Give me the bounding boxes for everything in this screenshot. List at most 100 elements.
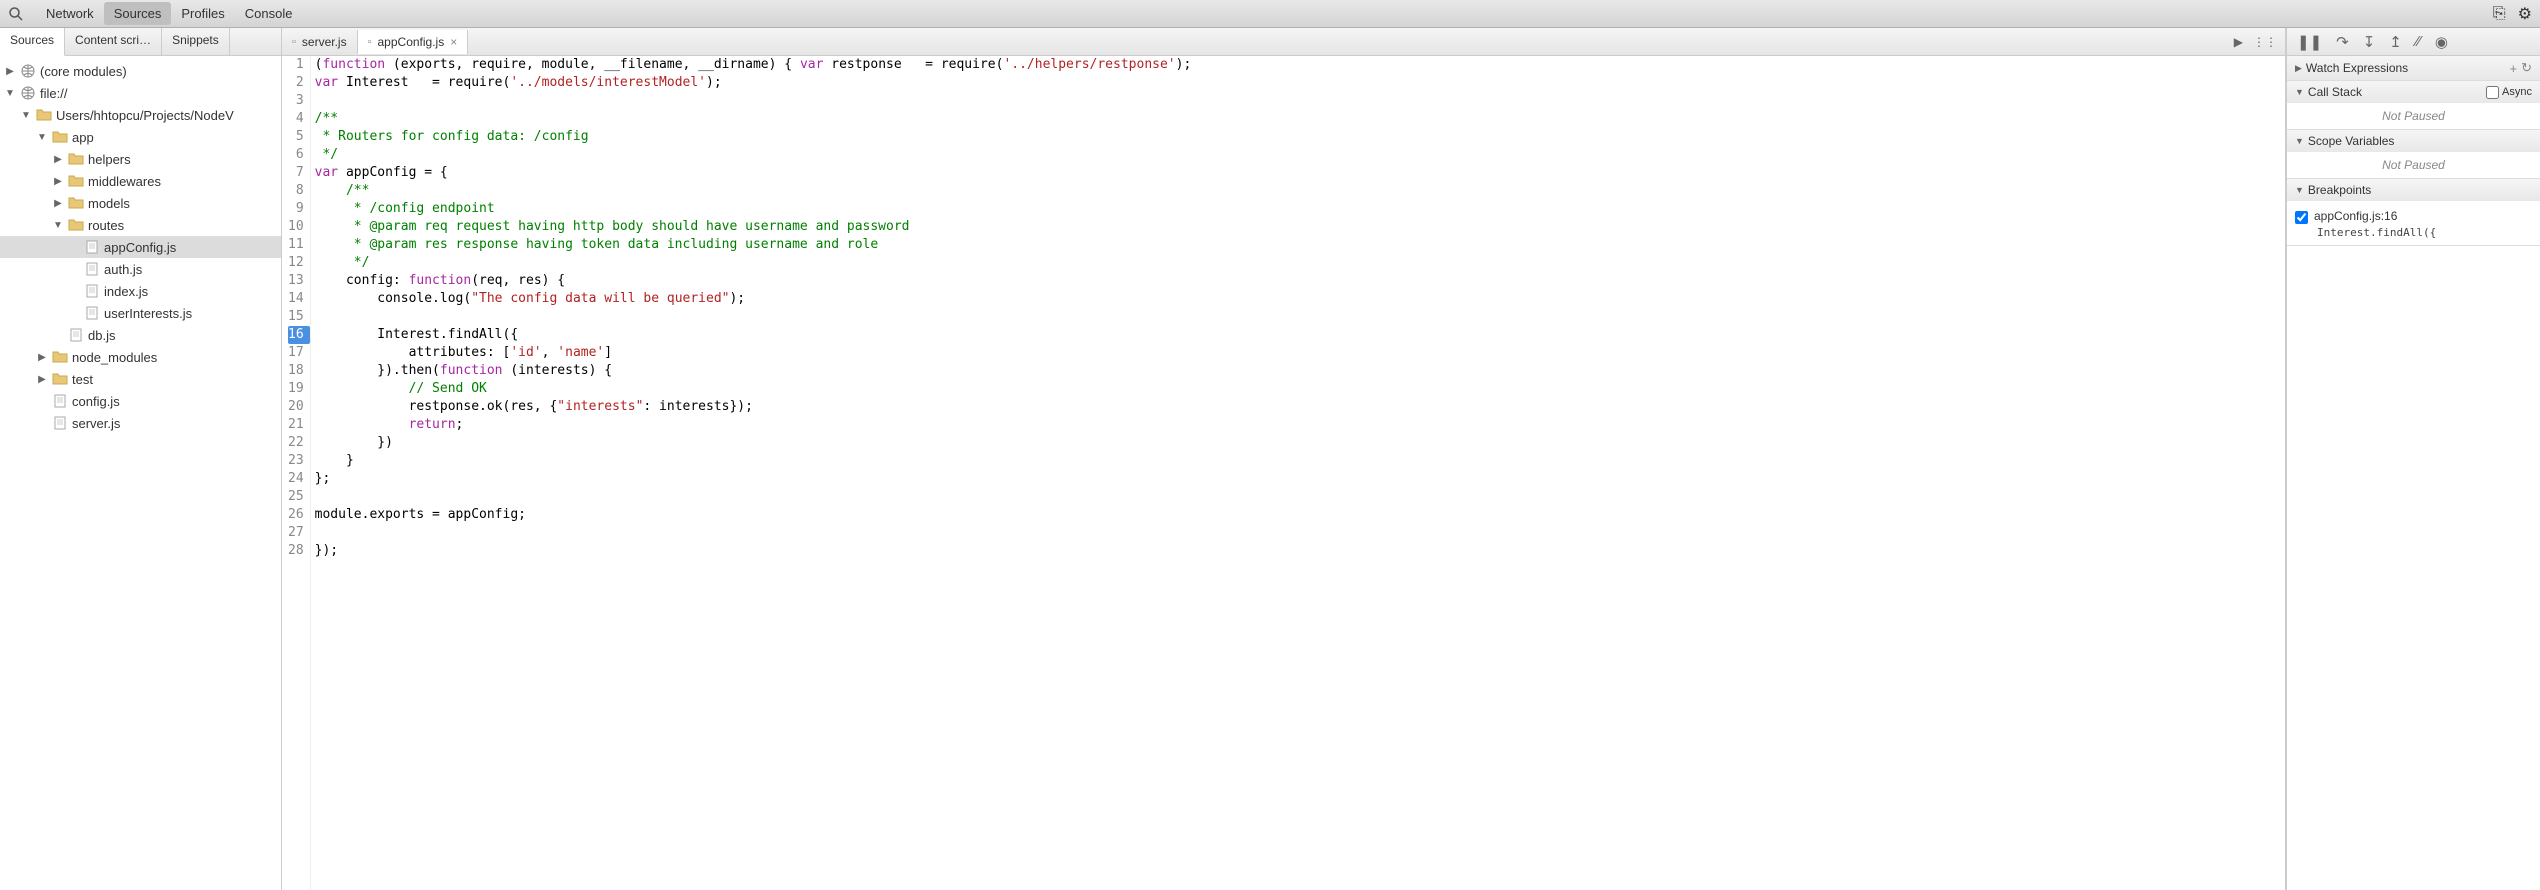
async-checkbox[interactable]: Async (2486, 86, 2532, 99)
code-line[interactable] (315, 524, 2285, 542)
code-line[interactable] (315, 308, 2285, 326)
close-tab-icon[interactable]: × (450, 35, 457, 49)
code-line[interactable]: var Interest = require('../models/intere… (315, 74, 2285, 92)
panel-tab-sources[interactable]: Sources (104, 2, 172, 25)
line-number[interactable]: 1 (288, 56, 304, 74)
code-line[interactable]: }); (315, 542, 2285, 560)
code-line[interactable]: }) (315, 434, 2285, 452)
code-lines[interactable]: (function (exports, require, module, __f… (311, 56, 2285, 890)
code-line[interactable]: * @param req request having http body sh… (315, 218, 2285, 236)
tree-item-appconfig-js[interactable]: appConfig.js (0, 236, 281, 258)
tree-item-test[interactable]: ▶test (0, 368, 281, 390)
step-out-icon[interactable]: ↥ (2389, 33, 2402, 51)
scope-header[interactable]: ▼ Scope Variables (2287, 130, 2540, 152)
line-number[interactable]: 17 (288, 344, 304, 362)
code-line[interactable]: console.log("The config data will be que… (315, 290, 2285, 308)
tree-arrow-icon[interactable]: ▶ (52, 154, 64, 165)
nav-tab-snippets[interactable]: Snippets (162, 28, 230, 55)
line-number[interactable]: 28 (288, 542, 304, 560)
dock-icon[interactable]: ⎘ (2493, 5, 2506, 23)
code-line[interactable]: restponse.ok(res, {"interests": interest… (315, 398, 2285, 416)
tree-item-file---[interactable]: ▼file:// (0, 82, 281, 104)
callstack-header[interactable]: ▼ Call Stack Async (2287, 81, 2540, 103)
panel-tab-console[interactable]: Console (235, 2, 303, 25)
tree-item-index-js[interactable]: index.js (0, 280, 281, 302)
tree-item--core-modules-[interactable]: ▶(core modules) (0, 60, 281, 82)
editor-menu-icon[interactable]: ⋮⋮ (2253, 35, 2277, 49)
tree-item-helpers[interactable]: ▶helpers (0, 148, 281, 170)
tree-item-models[interactable]: ▶models (0, 192, 281, 214)
tree-item-node-modules[interactable]: ▶node_modules (0, 346, 281, 368)
breakpoints-header[interactable]: ▼ Breakpoints (2287, 179, 2540, 201)
settings-icon[interactable]: ⚙ (2518, 4, 2532, 24)
line-number[interactable]: 20 (288, 398, 304, 416)
code-line[interactable]: }; (315, 470, 2285, 488)
tree-arrow-icon[interactable]: ▶ (36, 352, 48, 363)
code-line[interactable]: module.exports = appConfig; (315, 506, 2285, 524)
line-number[interactable]: 21 (288, 416, 304, 434)
panel-tab-profiles[interactable]: Profiles (171, 2, 234, 25)
tree-arrow-icon[interactable]: ▼ (4, 88, 16, 99)
file-tab-server-js[interactable]: ▫server.js (282, 30, 358, 54)
tree-item-server-js[interactable]: server.js (0, 412, 281, 434)
line-number[interactable]: 24 (288, 470, 304, 488)
code-line[interactable] (315, 488, 2285, 506)
code-line[interactable]: }).then(function (interests) { (315, 362, 2285, 380)
tree-item-routes[interactable]: ▼routes (0, 214, 281, 236)
line-number[interactable]: 18 (288, 362, 304, 380)
line-number[interactable]: 14 (288, 290, 304, 308)
line-number[interactable]: 3 (288, 92, 304, 110)
code-line[interactable] (315, 92, 2285, 110)
add-watch-icon[interactable]: + (2510, 61, 2518, 76)
line-number[interactable]: 10 (288, 218, 304, 236)
deactivate-breakpoints-icon[interactable]: ⁄⁄ (2416, 33, 2421, 50)
line-number[interactable]: 2 (288, 74, 304, 92)
line-number[interactable]: 27 (288, 524, 304, 542)
line-gutter[interactable]: 1234567891011121314151617181920212223242… (282, 56, 311, 890)
code-line[interactable]: */ (315, 254, 2285, 272)
tree-arrow-icon[interactable]: ▼ (52, 220, 64, 231)
line-number[interactable]: 13 (288, 272, 304, 290)
code-line[interactable]: * /config endpoint (315, 200, 2285, 218)
code-line[interactable]: attributes: ['id', 'name'] (315, 344, 2285, 362)
code-line[interactable]: * @param res response having token data … (315, 236, 2285, 254)
code-line[interactable]: // Send OK (315, 380, 2285, 398)
line-number[interactable]: 8 (288, 182, 304, 200)
step-over-icon[interactable]: ↷ (2336, 33, 2349, 51)
line-number[interactable]: 12 (288, 254, 304, 272)
line-number[interactable]: 26 (288, 506, 304, 524)
line-number[interactable]: 19 (288, 380, 304, 398)
search-icon[interactable] (8, 6, 24, 22)
panel-tab-network[interactable]: Network (36, 2, 104, 25)
tree-arrow-icon[interactable]: ▶ (4, 66, 16, 77)
step-into-icon[interactable]: ↧ (2363, 33, 2376, 51)
line-number[interactable]: 22 (288, 434, 304, 452)
code-line[interactable]: (function (exports, require, module, __f… (315, 56, 2285, 74)
tree-arrow-icon[interactable]: ▶ (36, 374, 48, 385)
tree-item-auth-js[interactable]: auth.js (0, 258, 281, 280)
breakpoint-item[interactable]: appConfig.js:16 (2295, 207, 2532, 226)
line-number[interactable]: 4 (288, 110, 304, 128)
watch-header[interactable]: ▶ Watch Expressions + ↻ (2287, 56, 2540, 80)
tree-arrow-icon[interactable]: ▶ (52, 176, 64, 187)
code-line[interactable]: } (315, 452, 2285, 470)
line-number[interactable]: 15 (288, 308, 304, 326)
line-number[interactable]: 7 (288, 164, 304, 182)
line-number[interactable]: 9 (288, 200, 304, 218)
code-line[interactable]: return; (315, 416, 2285, 434)
code-line[interactable]: /** (315, 110, 2285, 128)
tree-item-users-hhtopcu-projects-nodev[interactable]: ▼Users/hhtopcu/Projects/NodeV (0, 104, 281, 126)
breakpoint-checkbox[interactable] (2295, 211, 2308, 224)
tree-arrow-icon[interactable]: ▼ (36, 132, 48, 143)
pause-on-exceptions-icon[interactable]: ◉ (2435, 33, 2448, 51)
code-line[interactable]: var appConfig = { (315, 164, 2285, 182)
tree-arrow-icon[interactable]: ▼ (20, 110, 32, 121)
code-line[interactable]: /** (315, 182, 2285, 200)
tree-item-db-js[interactable]: db.js (0, 324, 281, 346)
nav-tab-contentscri[interactable]: Content scri… (65, 28, 162, 55)
line-number[interactable]: 11 (288, 236, 304, 254)
tree-item-userinterests-js[interactable]: userInterests.js (0, 302, 281, 324)
file-tab-appConfig-js[interactable]: ▫appConfig.js× (358, 30, 469, 54)
line-number[interactable]: 16 (288, 326, 310, 344)
code-line[interactable]: */ (315, 146, 2285, 164)
